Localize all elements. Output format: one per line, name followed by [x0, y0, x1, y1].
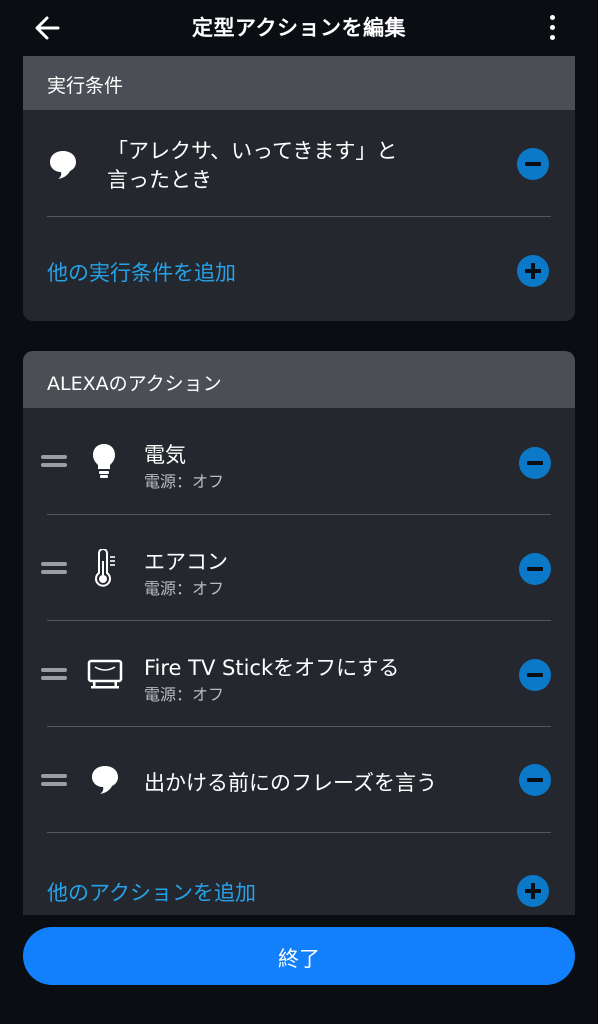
trigger-card: 実行条件 「アレクサ、いってきます」と 言ったとき 他の実行条件を追加 [23, 56, 575, 321]
action-title: 電気 [144, 443, 186, 467]
speech-bubble-icon [92, 766, 118, 794]
drag-handle-icon[interactable] [41, 562, 67, 574]
tv-icon [87, 659, 123, 689]
drag-handle-icon[interactable] [41, 774, 67, 786]
add-trigger-button[interactable] [517, 255, 549, 287]
actions-section-title: ALEXAのアクション [47, 373, 222, 395]
more-vertical-icon [540, 15, 564, 40]
remove-action-button[interactable] [519, 447, 551, 479]
speech-bubble-icon [50, 151, 76, 179]
app-header: 定型アクションを編集 [0, 0, 598, 56]
actions-card: ALEXAのアクション 電気 電源：オフ エアコン 電源：オフ Fire TV … [23, 351, 575, 915]
done-button-label: 終了 [278, 947, 320, 971]
actions-section-header: ALEXAのアクション [23, 351, 575, 408]
action-row[interactable]: 電気 電源：オフ [23, 408, 575, 514]
add-trigger-link[interactable]: 他の実行条件を追加 [47, 257, 236, 287]
thermometer-icon [95, 549, 115, 587]
add-action-row[interactable]: 他のアクションを追加 [23, 833, 575, 915]
done-button[interactable]: 終了 [23, 927, 575, 985]
trigger-line-1: 「アレクサ、いってきます」と [107, 139, 398, 163]
action-title: エアコン [144, 550, 228, 574]
add-action-button[interactable] [517, 875, 549, 907]
trigger-section-header: 実行条件 [23, 56, 575, 110]
action-row[interactable]: エアコン 電源：オフ [23, 515, 575, 621]
trigger-section-title: 実行条件 [47, 75, 124, 97]
action-subtitle: 電源：オフ [144, 685, 225, 704]
light-bulb-icon [93, 444, 115, 478]
drag-handle-icon[interactable] [41, 455, 67, 467]
action-row[interactable]: Fire TV Stickをオフにする 電源：オフ [23, 621, 575, 727]
drag-handle-icon[interactable] [41, 668, 67, 680]
remove-action-button[interactable] [519, 764, 551, 796]
trigger-row[interactable]: 「アレクサ、いってきます」と 言ったとき [23, 110, 575, 216]
action-title: 出かける前にのフレーズを言う [144, 771, 437, 795]
more-options-button[interactable] [540, 12, 564, 44]
action-subtitle: 電源：オフ [144, 579, 225, 598]
action-subtitle: 電源：オフ [144, 472, 225, 491]
trigger-text: 「アレクサ、いってきます」と 言ったとき [107, 137, 397, 195]
remove-trigger-button[interactable] [517, 148, 549, 180]
trigger-line-2: 言ったとき [107, 168, 212, 192]
action-row[interactable]: 出かける前にのフレーズを言う [23, 727, 575, 833]
add-trigger-row[interactable]: 他の実行条件を追加 [23, 217, 575, 321]
remove-action-button[interactable] [519, 659, 551, 691]
remove-action-button[interactable] [519, 553, 551, 585]
add-action-link[interactable]: 他のアクションを追加 [47, 877, 256, 907]
page-title: 定型アクションを編集 [192, 16, 406, 40]
action-title: Fire TV Stickをオフにする [144, 656, 400, 680]
